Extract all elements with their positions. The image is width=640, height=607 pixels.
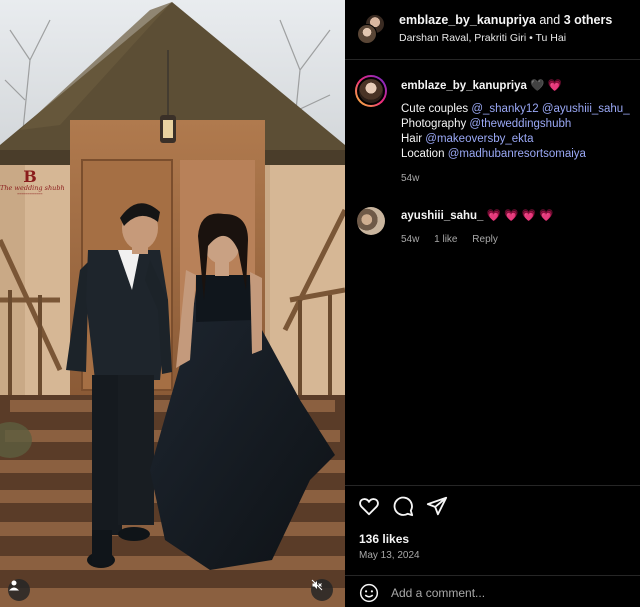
mention-link[interactable]: @ayushiii_sahu_ <box>542 103 630 115</box>
reply-button[interactable]: Reply <box>472 234 498 245</box>
post-authors[interactable]: emblaze_by_kanupriya and 3 others <box>399 13 612 27</box>
caption-line: Photography @theweddingshubh <box>401 117 636 132</box>
collaborator-avatars[interactable] <box>357 14 387 44</box>
post-date[interactable]: May 13, 2024 <box>359 550 420 561</box>
comment-likes[interactable]: 1 like <box>434 234 457 245</box>
comment-text: 💗 💗 💗 💗 <box>486 210 554 222</box>
mention-link[interactable]: @_shanky12 <box>471 103 538 115</box>
photographer-watermark: B The wedding shubh ━━━━━━━━━━━━ <box>0 167 65 197</box>
heart-icon <box>358 495 380 522</box>
caption-label: Location <box>401 148 448 160</box>
smiley-icon <box>359 583 379 607</box>
caption-label: Cute couples <box>401 103 472 115</box>
emoji-button[interactable] <box>359 583 379 603</box>
post-actions: 136 likes May 13, 2024 <box>345 485 640 607</box>
watermark-monogram: B <box>23 167 37 186</box>
caption-body: emblaze_by_kanupriya 🖤 💗 Cute couples @_… <box>401 77 636 186</box>
post-header: emblaze_by_kanupriya and 3 others Darsha… <box>345 0 640 60</box>
add-comment-bar <box>345 575 640 607</box>
watermark-tagline: ━━━━━━━━━━━━ <box>17 192 43 196</box>
caption-line: Cute couples @_shanky12 @ayushiii_sahu_ <box>401 102 636 117</box>
caption-emojis: 🖤 💗 <box>530 80 562 92</box>
comment-bubble-icon <box>392 495 414 522</box>
audio-track-link[interactable]: Darshan Raval, Prakriti Giri • Tu Hai <box>399 32 566 44</box>
like-count[interactable]: 136 likes <box>359 532 409 546</box>
comment-body: ayushiii_sahu_ 💗 💗 💗 💗 54w 1 like Reply <box>401 207 636 247</box>
mention-link[interactable]: @makeoversby_ekta <box>425 133 533 145</box>
watermark-name: The wedding shubh <box>0 184 65 192</box>
caption-time[interactable]: 54w <box>401 173 419 184</box>
mention-link[interactable]: @madhubanresortsomaiya <box>448 148 586 160</box>
mention-link[interactable]: @theweddingshubh <box>469 118 571 130</box>
comment-meta: 54w 1 like Reply <box>401 232 636 247</box>
caption-label: Hair <box>401 133 426 145</box>
caption-line: Hair @makeoversby_ekta <box>401 132 636 147</box>
avatar-image <box>357 77 385 105</box>
like-button[interactable] <box>357 496 381 520</box>
mute-button[interactable] <box>311 579 333 601</box>
authors-connector: and <box>535 13 564 27</box>
comment-username[interactable]: ayushiii_sahu_ <box>401 210 483 222</box>
caption-meta: 54w <box>401 171 636 186</box>
avatar <box>357 24 377 44</box>
comment-button[interactable] <box>391 496 415 520</box>
avatar[interactable] <box>357 207 385 235</box>
post-media[interactable]: B The wedding shubh ━━━━━━━━━━━━ <box>0 0 345 607</box>
comments-list[interactable]: emblaze_by_kanupriya 🖤 💗 Cute couples @_… <box>345 60 640 485</box>
share-button[interactable] <box>425 496 449 520</box>
comment-time[interactable]: 54w <box>401 234 419 245</box>
action-icons <box>357 496 459 520</box>
caption-label: Photography <box>401 118 470 130</box>
author-username[interactable]: emblaze_by_kanupriya <box>399 13 536 27</box>
caption-username[interactable]: emblaze_by_kanupriya <box>401 80 527 92</box>
others-link[interactable]: 3 others <box>564 13 613 27</box>
comment-input[interactable] <box>391 581 626 605</box>
tagged-users-button[interactable] <box>8 579 30 601</box>
post-photo <box>0 0 345 607</box>
caption-line: Location @madhubanresortsomaiya <box>401 147 636 162</box>
avatar[interactable] <box>355 75 387 107</box>
post-details-panel: emblaze_by_kanupriya and 3 others Darsha… <box>345 0 640 607</box>
paper-plane-icon <box>426 495 448 522</box>
